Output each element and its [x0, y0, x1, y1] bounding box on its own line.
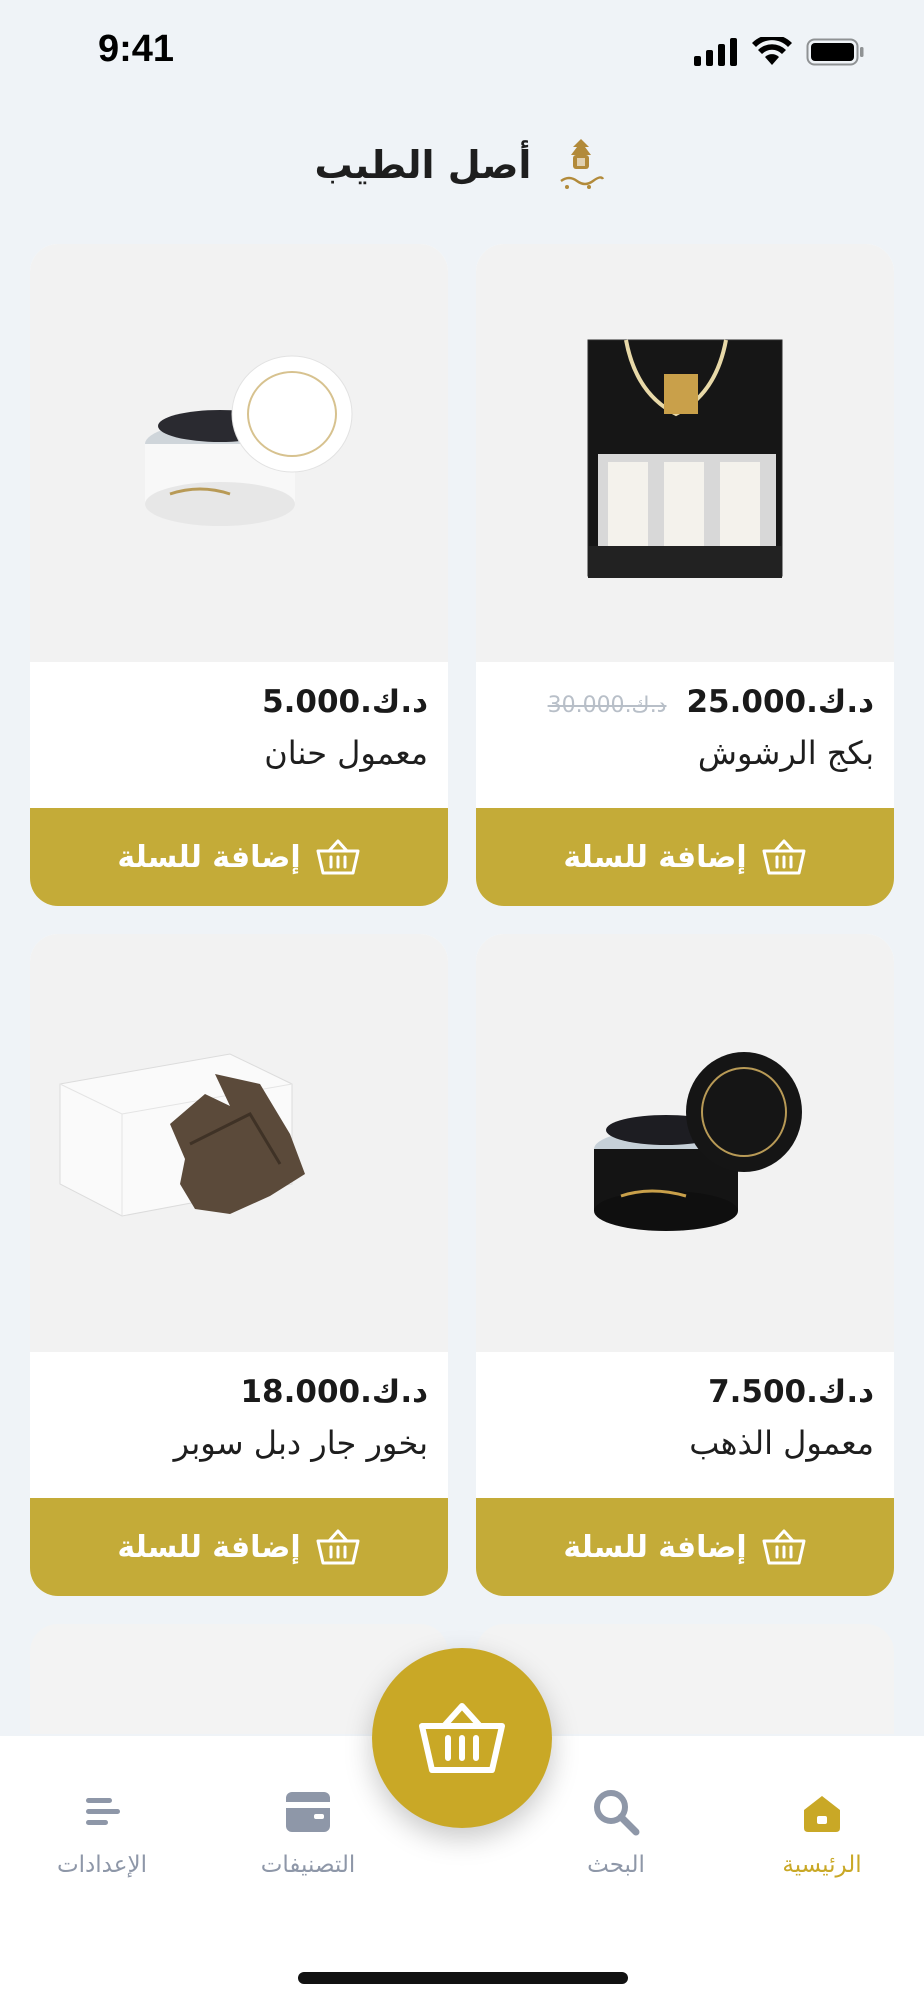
basket-icon [419, 1703, 505, 1773]
app-header: أصل الطيب [0, 130, 924, 200]
battery-icon [806, 38, 864, 66]
product-name: معمول الذهب [689, 1424, 874, 1462]
add-to-cart-label: إضافة للسلة [117, 1529, 301, 1565]
nav-home-label: الرئيسية [782, 1852, 862, 1878]
basket-icon [316, 1529, 360, 1565]
price-row: د.ك.18.000 [50, 1374, 428, 1410]
search-icon [594, 1790, 640, 1836]
add-to-cart-button[interactable]: إضافة للسلة [476, 808, 894, 906]
status-bar: 9:41 [0, 0, 924, 104]
home-icon [804, 1796, 840, 1832]
product-price: د.ك.18.000 [240, 1374, 428, 1410]
nav-categories[interactable]: التصنيفات [218, 1786, 398, 1878]
product-name: معمول حنان [264, 734, 428, 772]
product-name: بخور جار دبل سوبر [173, 1424, 428, 1462]
product-name: بكج الرشوش [697, 734, 874, 772]
status-icons [694, 36, 864, 68]
nav-search-label: البحث [587, 1852, 645, 1878]
white-jar-image [145, 355, 353, 526]
signal-icon [694, 38, 737, 66]
product-image[interactable] [476, 934, 894, 1352]
wifi-icon [752, 37, 792, 65]
product-image[interactable] [30, 934, 448, 1352]
price-row: د.ك.5.000 [50, 684, 428, 720]
product-card[interactable]: د.ك.18.000 بخور جار دبل سوبر إضافة للسلة [30, 934, 448, 1596]
status-time: 9:41 [98, 28, 175, 70]
brand-logo-icon [560, 139, 605, 189]
product-image[interactable] [476, 244, 894, 662]
product-old-price: د.ك.30.000 [547, 693, 667, 718]
product-card[interactable]: د.ك.5.000 معمول حنان إضافة للسلة [30, 244, 448, 906]
home-indicator [298, 1972, 628, 1984]
add-to-cart-button[interactable]: إضافة للسلة [30, 1498, 448, 1596]
product-info: د.ك.7.500 معمول الذهب [476, 1352, 894, 1498]
product-price: د.ك.5.000 [262, 684, 428, 720]
nav-categories-label: التصنيفات [260, 1852, 356, 1878]
wallet-icon [286, 1792, 330, 1832]
nav-search[interactable]: البحث [526, 1786, 706, 1878]
add-to-cart-label: إضافة للسلة [563, 1529, 747, 1565]
nav-settings[interactable]: الإعدادات [12, 1786, 192, 1878]
basket-icon [762, 839, 806, 875]
cart-fab-button[interactable] [372, 1648, 552, 1828]
gift-box-image [587, 339, 783, 578]
nav-settings-label: الإعدادات [57, 1852, 147, 1878]
product-info: د.ك.18.000 بخور جار دبل سوبر [30, 1352, 448, 1498]
price-row: د.ك.7.500 [496, 1374, 874, 1410]
add-to-cart-button[interactable]: إضافة للسلة [476, 1498, 894, 1596]
nav-home[interactable]: الرئيسية [732, 1786, 912, 1878]
add-to-cart-button[interactable]: إضافة للسلة [30, 808, 448, 906]
oud-wood-image [59, 1053, 305, 1217]
black-jar-image [594, 1052, 802, 1231]
add-to-cart-label: إضافة للسلة [117, 839, 301, 875]
product-image[interactable] [30, 244, 448, 662]
product-info: د.ك.5.000 معمول حنان [30, 662, 448, 808]
product-info: د.ك.25.000 د.ك.30.000 بكج الرشوش [476, 662, 894, 808]
product-card[interactable]: د.ك.25.000 د.ك.30.000 بكج الرشوش إضافة ل… [476, 244, 894, 906]
product-price: د.ك.25.000 [686, 684, 874, 720]
product-card[interactable]: د.ك.7.500 معمول الذهب إضافة للسلة [476, 934, 894, 1596]
product-price: د.ك.7.500 [708, 1374, 874, 1410]
add-to-cart-label: إضافة للسلة [563, 839, 747, 875]
basket-icon [316, 839, 360, 875]
basket-icon [762, 1529, 806, 1565]
price-row: د.ك.25.000 د.ك.30.000 [496, 684, 874, 720]
product-grid: د.ك.25.000 د.ك.30.000 بكج الرشوش إضافة ل… [30, 244, 894, 1734]
menu-icon [86, 1798, 120, 1825]
page-title: أصل الطيب [314, 143, 532, 187]
